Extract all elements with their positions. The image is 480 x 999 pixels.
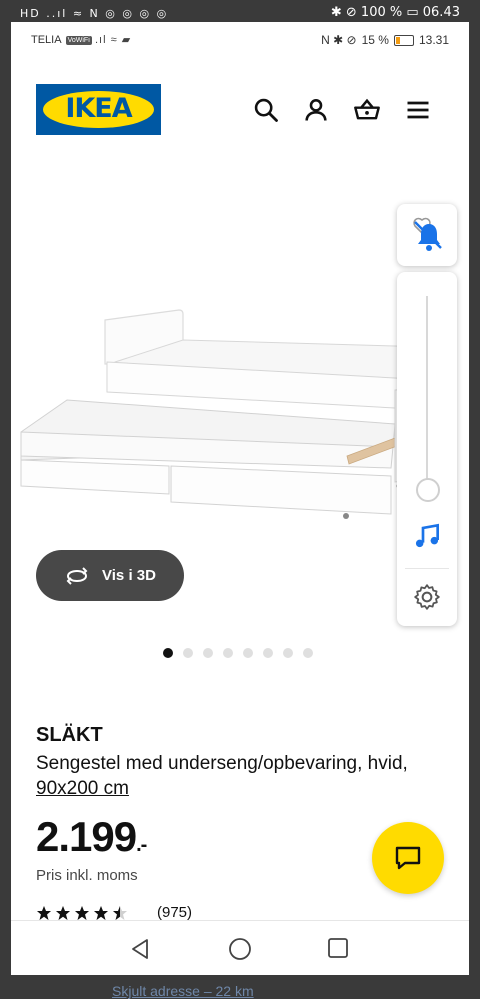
home-icon[interactable]: [228, 937, 252, 961]
gallery-dot[interactable]: [263, 648, 273, 658]
status-right: N ✱ ⊘ 15 % 13.31: [321, 33, 449, 47]
phone-screen: TELIA VoWiFi .ıl ≈ ▰ N ✱ ⊘ 15 % 13.31 IK…: [11, 22, 469, 975]
outer-status-right: ✱ ⊘ 100 % ▭ 06.43: [330, 5, 460, 20]
carrier-name: TELIA: [31, 34, 62, 46]
gallery-dot[interactable]: [163, 648, 173, 658]
floating-control-panel: [397, 272, 457, 626]
outer-status-left: HD ..ıl ≈ N ◎ ◎ ◎ ◎: [20, 7, 169, 20]
battery-percent: 15 %: [361, 33, 389, 47]
gallery-pagination: [163, 648, 313, 658]
product-rating[interactable]: (975): [36, 904, 192, 921]
price-suffix: .-: [136, 834, 147, 856]
account-icon[interactable]: [302, 96, 330, 124]
gallery-dot[interactable]: [283, 648, 293, 658]
clock: 13.31: [418, 33, 449, 47]
gallery-dot[interactable]: [223, 648, 233, 658]
background-app-peek: Skjult adresse – 22 km: [0, 975, 480, 999]
notification-bubble[interactable]: [397, 204, 457, 266]
wifi-calling-badge: VoWiFi: [65, 35, 92, 45]
price-amount: 2.199: [36, 813, 137, 860]
star-icon: [94, 905, 108, 920]
search-icon[interactable]: [252, 96, 280, 124]
status-bar: TELIA VoWiFi .ıl ≈ ▰ N ✱ ⊘ 15 % 13.31: [11, 22, 469, 58]
volume-slider-thumb[interactable]: [416, 478, 440, 502]
gallery-dot[interactable]: [203, 648, 213, 658]
review-count: (975): [157, 904, 193, 921]
product-description: Sengestel med underseng/opbevaring, hvid…: [36, 751, 436, 801]
carrier: TELIA VoWiFi: [31, 34, 92, 46]
recents-icon[interactable]: [327, 937, 349, 959]
gallery-dot[interactable]: [243, 648, 253, 658]
shopping-basket-icon[interactable]: [353, 96, 381, 124]
view-in-3d-label: Vis i 3D: [102, 567, 156, 584]
product-size-link[interactable]: 90x200 cm: [36, 778, 129, 799]
outer-status-bar: HD ..ıl ≈ N ◎ ◎ ◎ ◎ ✱ ⊘ 100 % ▭ 06.43: [0, 0, 480, 24]
settings-gear-icon[interactable]: [412, 582, 442, 612]
signal-wifi-icon: .ıl ≈ ▰: [95, 34, 132, 46]
logo-text: IKEA: [65, 93, 132, 124]
chat-button[interactable]: [372, 822, 444, 894]
rotate-3d-icon: [66, 566, 88, 585]
view-in-3d-button[interactable]: Vis i 3D: [36, 550, 184, 601]
star-icon: [56, 905, 70, 920]
gallery-dot[interactable]: [303, 648, 313, 658]
site-header: IKEA: [11, 82, 469, 138]
back-icon[interactable]: [129, 937, 151, 961]
bell-mute-icon: [413, 217, 442, 251]
battery-icon: [393, 34, 414, 46]
system-navigation-bar: [11, 920, 469, 975]
chat-icon: [395, 846, 421, 870]
music-note-icon[interactable]: [411, 520, 443, 552]
star-icon: [75, 905, 89, 920]
ikea-logo[interactable]: IKEA: [36, 84, 161, 135]
volume-slider-track[interactable]: [426, 296, 428, 486]
menu-icon[interactable]: [404, 96, 432, 124]
star-icon: [113, 905, 127, 920]
product-name: SLÄKT: [36, 724, 103, 746]
star-icon: [37, 905, 51, 920]
rating-stars-icon: [37, 905, 127, 920]
gallery-dot[interactable]: [183, 648, 193, 658]
nfc-bluetooth-icon: N ✱ ⊘: [321, 33, 357, 47]
product-description-text: Sengestel med underseng/opbevaring, hvid…: [36, 753, 408, 774]
